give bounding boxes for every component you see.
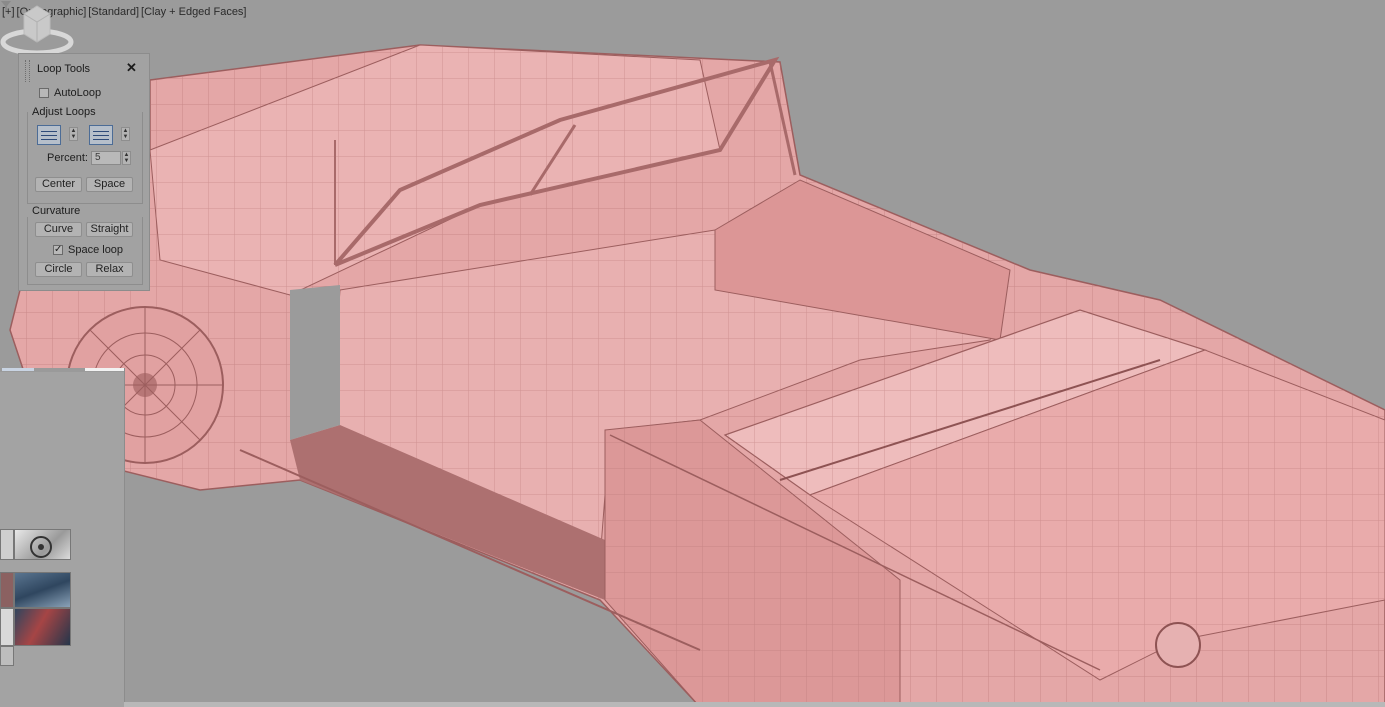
percent-label: Percent:: [47, 152, 88, 164]
autoloop-checkbox[interactable]: [39, 88, 49, 98]
car-mesh: [9, 44, 1385, 707]
reference-thumbnail[interactable]: [14, 529, 71, 560]
reference-thumbnail[interactable]: [14, 608, 71, 646]
loop-tools-panel: Loop Tools ✕ AutoLoop Adjust Loops ▲ ▼ ▲ ▼…: [18, 53, 150, 291]
autoloop-label: AutoLoop: [54, 87, 102, 99]
circle-button[interactable]: Circle: [35, 262, 82, 277]
reference-thumbnail[interactable]: [0, 572, 14, 608]
curvature-label: Curvature: [32, 205, 84, 217]
space-button[interactable]: Space: [86, 177, 133, 192]
side-tab-2[interactable]: [85, 368, 124, 371]
panel-drag-handle[interactable]: [25, 60, 30, 82]
reference-thumbnail[interactable]: [0, 529, 14, 560]
autoloop-checkbox-row[interactable]: AutoLoop: [39, 87, 101, 99]
relax-button[interactable]: Relax: [86, 262, 133, 277]
space-loop-label: Space loop: [68, 244, 124, 256]
straight-button[interactable]: Straight: [86, 222, 133, 237]
reference-thumbnail[interactable]: [0, 646, 14, 666]
center-button[interactable]: Center: [35, 177, 82, 192]
adjust-loops-label: Adjust Loops: [32, 106, 99, 118]
car-wheel-icon: [30, 536, 52, 558]
reference-thumbnail[interactable]: [14, 572, 71, 608]
side-panel-tabs: [0, 368, 124, 372]
loop-grow-icon[interactable]: [89, 125, 113, 145]
reference-thumbnail[interactable]: [0, 608, 14, 646]
viewport-menu-style[interactable]: [Clay + Edged Faces]: [140, 6, 247, 18]
loop-shrink-icon[interactable]: [37, 125, 61, 145]
space-loop-checkbox[interactable]: ✓: [53, 245, 63, 255]
view-cube-icon[interactable]: [0, 0, 74, 60]
side-tab-1[interactable]: [2, 368, 34, 371]
tail-light: [1155, 622, 1201, 668]
loop-shrink-spinner[interactable]: ▲ ▼: [69, 127, 78, 141]
close-icon[interactable]: ✕: [126, 60, 137, 76]
curve-button[interactable]: Curve: [35, 222, 82, 237]
space-loop-checkbox-row[interactable]: ✓ Space loop: [53, 244, 123, 256]
viewport-menu-shading[interactable]: [Standard]: [87, 6, 140, 18]
percent-input[interactable]: 5: [91, 151, 121, 165]
panel-title: Loop Tools: [37, 63, 91, 75]
3d-viewport[interactable]: [+] [Orthographic] [Standard] [Clay + Ed…: [0, 0, 1385, 707]
side-panel: [0, 368, 125, 707]
percent-spinner[interactable]: ▲ ▼: [122, 151, 131, 165]
loop-grow-spinner[interactable]: ▲ ▼: [121, 127, 130, 141]
viewport-bottom-edge: [124, 702, 1385, 707]
